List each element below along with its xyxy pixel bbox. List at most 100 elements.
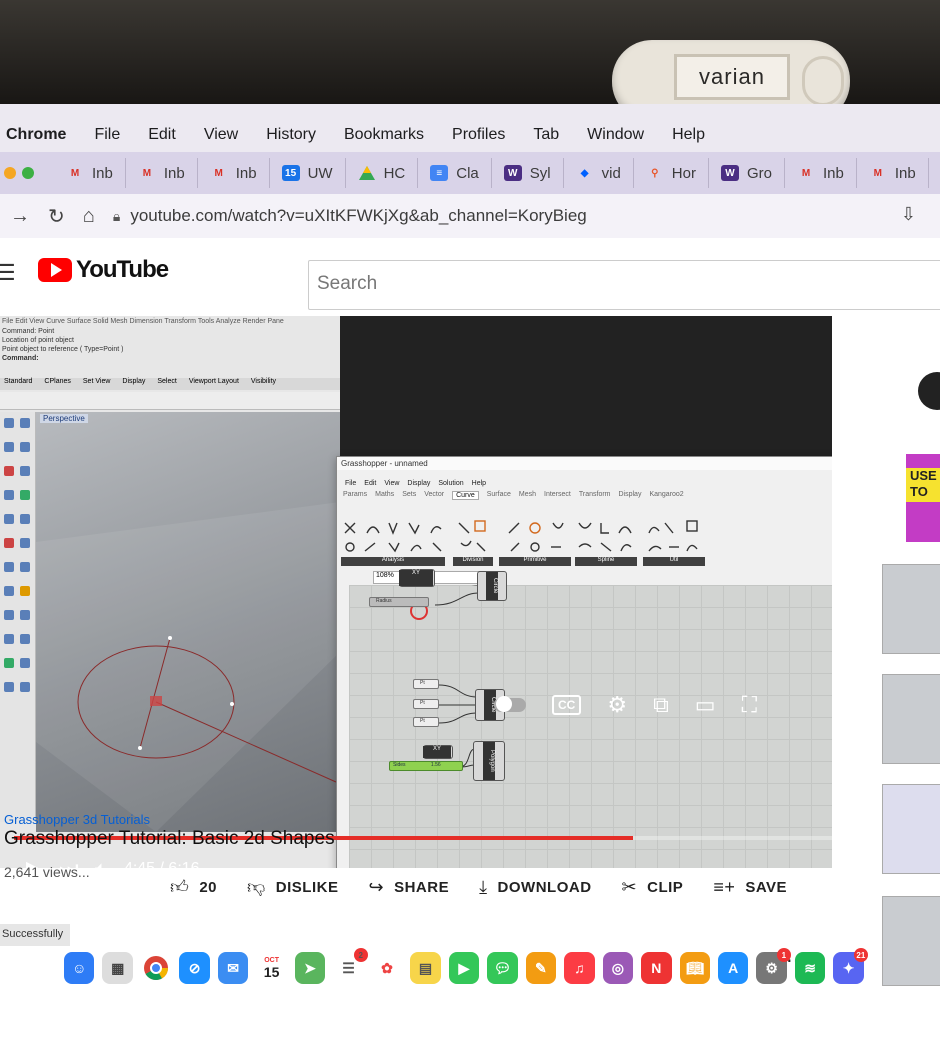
- menu-window[interactable]: Window: [587, 126, 644, 144]
- menu-edit[interactable]: Edit: [148, 126, 176, 144]
- browser-tab[interactable]: M Inb: [785, 158, 857, 188]
- messages-icon[interactable]: 💬︎: [487, 952, 518, 984]
- browser-tab[interactable]: 15 UW: [270, 158, 346, 188]
- gh-menu-item[interactable]: Help: [472, 480, 486, 487]
- reminders-icon[interactable]: ☰ 2: [333, 948, 368, 984]
- channel-link[interactable]: Grasshopper 3d Tutorials: [4, 812, 150, 827]
- gh-tab[interactable]: Intersect: [544, 491, 571, 500]
- recommended-thumbnail[interactable]: [882, 564, 940, 654]
- gh-radius-param[interactable]: Radius: [369, 597, 429, 607]
- gh-menu-item[interactable]: Edit: [364, 480, 376, 487]
- viewport-label[interactable]: Perspective: [40, 414, 88, 423]
- gh-tab[interactable]: Transform: [579, 491, 611, 500]
- news-icon[interactable]: N: [641, 952, 672, 984]
- browser-tab[interactable]: W Gro: [709, 158, 785, 188]
- menu-view[interactable]: View: [204, 126, 238, 144]
- home-icon[interactable]: ⌂: [83, 205, 95, 228]
- menu-help[interactable]: Help: [672, 126, 705, 144]
- search-input[interactable]: Search: [308, 260, 940, 310]
- forward-icon[interactable]: →: [10, 205, 30, 228]
- pages-icon[interactable]: ✎: [525, 952, 557, 984]
- gh-menu-item[interactable]: Display: [407, 480, 430, 487]
- browser-tab[interactable]: ⚲ Hor: [634, 158, 709, 188]
- calendar-app-icon[interactable]: OCT 15: [256, 952, 287, 984]
- music-icon[interactable]: ♫: [564, 952, 595, 984]
- video-player[interactable]: File Edit View Curve Surface Solid Mesh …: [0, 316, 832, 868]
- youtube-logo[interactable]: YouTube: [38, 256, 169, 284]
- reload-icon[interactable]: ↻: [48, 204, 65, 229]
- gh-tab[interactable]: Params: [343, 491, 367, 500]
- browser-tab[interactable]: M Inb: [857, 158, 929, 188]
- menu-file[interactable]: File: [94, 126, 120, 144]
- gh-tab[interactable]: Sets: [402, 491, 416, 500]
- gh-node-xy-2[interactable]: XY: [423, 745, 453, 759]
- install-app-icon[interactable]: ⇩: [901, 204, 916, 225]
- launchpad-icon[interactable]: ▦: [102, 952, 133, 984]
- miniplayer-icon[interactable]: ⧉: [653, 692, 669, 718]
- browser-tab[interactable]: ≡ Cla: [418, 158, 492, 188]
- menu-bookmarks[interactable]: Bookmarks: [344, 126, 424, 144]
- gh-node-polygon[interactable]: Polygon: [473, 741, 505, 781]
- hamburger-menu-icon[interactable]: ☰: [0, 260, 16, 286]
- gh-menu-item[interactable]: Solution: [438, 480, 463, 487]
- menu-history[interactable]: History: [266, 126, 316, 144]
- minimize-window-button[interactable]: [4, 167, 16, 179]
- volume-icon[interactable]: 🔈︎: [95, 856, 108, 868]
- browser-tab[interactable]: M Inb: [198, 158, 270, 188]
- view-count[interactable]: 2,641 views...: [4, 864, 90, 880]
- recommended-thumbnail[interactable]: [882, 896, 940, 986]
- gh-tab[interactable]: Mesh: [519, 491, 536, 500]
- browser-tab[interactable]: W Syl: [492, 158, 564, 188]
- url-field[interactable]: youtube.com/watch?v=uXItKFWKjXg&ab_chann…: [130, 206, 586, 226]
- gh-menu-item[interactable]: File: [345, 480, 356, 487]
- app-store-icon[interactable]: A: [717, 952, 749, 984]
- autoplay-toggle[interactable]: [494, 696, 526, 712]
- settings-gear-icon[interactable]: ⚙: [607, 692, 627, 718]
- books-icon[interactable]: 📖︎: [679, 952, 710, 984]
- gh-tab[interactable]: Maths: [375, 491, 394, 500]
- app-icon[interactable]: ✦ 21: [833, 948, 868, 984]
- notes-icon[interactable]: ▤: [410, 952, 441, 984]
- lock-icon[interactable]: 🔒︎: [113, 208, 120, 225]
- browser-tab[interactable]: ◆ vid: [564, 158, 634, 188]
- gh-node-circle[interactable]: Circle: [477, 571, 507, 601]
- gh-point-param[interactable]: Pt: [413, 699, 439, 709]
- gh-tab[interactable]: Display: [619, 491, 642, 500]
- rhino-perspective-viewport[interactable]: Perspective: [36, 412, 340, 832]
- share-button[interactable]: ↪ SHARE: [368, 877, 449, 898]
- gh-number-slider[interactable]: Sides 1.56: [389, 761, 463, 771]
- browser-tab[interactable]: M Inb: [54, 158, 126, 188]
- download-button[interactable]: ⤓ DOWNLOAD: [479, 877, 591, 898]
- maps-icon[interactable]: ➤: [294, 952, 326, 984]
- gh-menu-item[interactable]: View: [384, 480, 399, 487]
- safari-icon[interactable]: ⊘: [179, 952, 210, 984]
- photos-icon[interactable]: ✿: [371, 952, 403, 984]
- system-preferences-icon[interactable]: ⚙ 1: [756, 948, 791, 984]
- menu-profiles[interactable]: Profiles: [452, 126, 505, 144]
- captions-button[interactable]: CC: [552, 695, 582, 715]
- browser-tab[interactable]: HC: [346, 158, 419, 188]
- dislike-button[interactable]: 👎︎ DISLIKE: [247, 876, 338, 898]
- menu-tab[interactable]: Tab: [533, 126, 559, 144]
- clip-button[interactable]: ✂ CLIP: [622, 877, 684, 898]
- gh-canvas[interactable]: XY Circle Radius Pt Pt Pt Circle XY Side…: [349, 569, 832, 868]
- menu-app-chrome[interactable]: Chrome: [6, 126, 66, 144]
- mail-icon[interactable]: ✉: [217, 952, 249, 984]
- gh-tab[interactable]: Kangaroo2: [649, 491, 683, 500]
- recommended-thumbnail[interactable]: [882, 674, 940, 764]
- gh-tab[interactable]: Vector: [424, 491, 444, 500]
- chrome-icon[interactable]: [140, 952, 172, 984]
- finder-icon[interactable]: ☺: [64, 952, 95, 984]
- theater-mode-icon[interactable]: ▭: [695, 692, 716, 718]
- podcasts-icon[interactable]: ◎: [602, 952, 634, 984]
- browser-tab[interactable]: M Inb: [126, 158, 198, 188]
- spotify-icon[interactable]: ≋: [794, 952, 826, 984]
- like-button[interactable]: 👍︎ 20: [170, 876, 217, 898]
- fullscreen-icon[interactable]: ⛶: [742, 692, 757, 718]
- gh-node-xy[interactable]: XY: [399, 569, 435, 587]
- facetime-icon[interactable]: ▶: [448, 952, 480, 984]
- gh-tab[interactable]: Surface: [487, 491, 511, 500]
- gh-point-param[interactable]: Pt: [413, 679, 439, 689]
- gh-point-param[interactable]: Pt: [413, 717, 439, 727]
- gh-tab-active[interactable]: Curve: [452, 491, 479, 500]
